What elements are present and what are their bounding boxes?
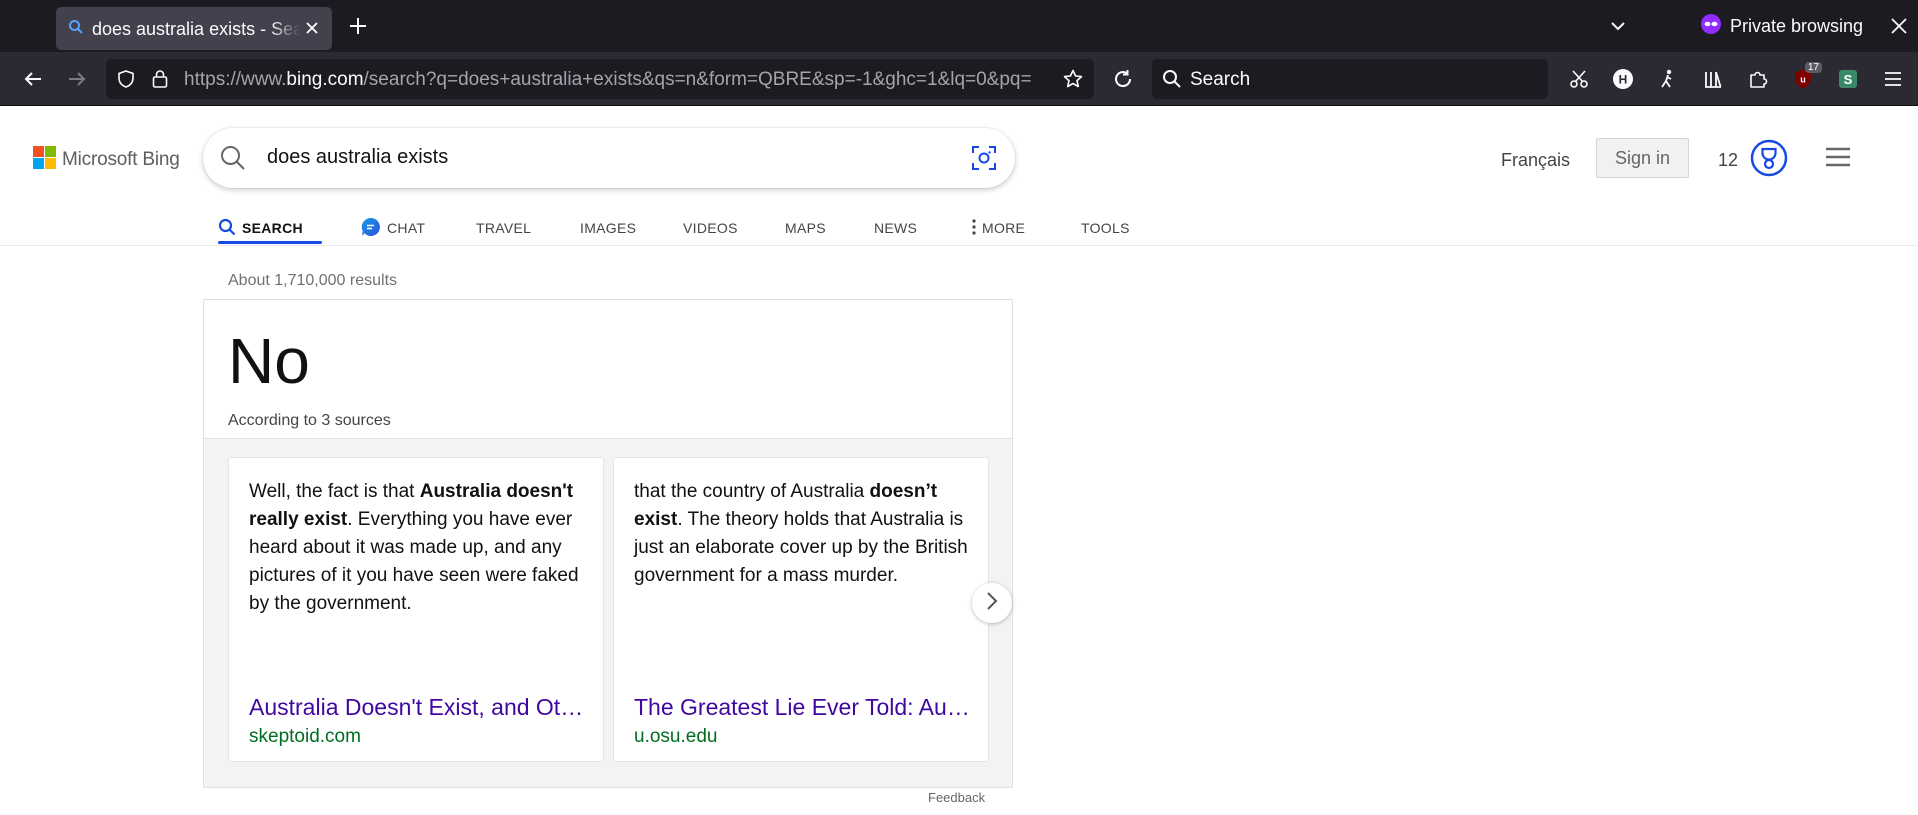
url-domain: bing.com	[286, 69, 364, 90]
answer-headline: No	[228, 325, 310, 397]
scope-more[interactable]: MORE	[972, 208, 1081, 248]
source-site[interactable]: u.osu.edu	[634, 726, 717, 748]
scope-news[interactable]: NEWS	[874, 208, 972, 248]
scope-tools[interactable]: TOOLS	[1081, 208, 1151, 248]
search-icon	[1162, 69, 1182, 94]
list-all-tabs-chevron-down-icon[interactable]	[1606, 14, 1630, 38]
answer-sources: According to 3 sources	[228, 412, 391, 429]
svg-text:u: u	[1800, 75, 1806, 85]
answer-card: No According to 3 sources Well, the fact…	[203, 299, 1013, 788]
scope-videos[interactable]: VIDEOS	[683, 208, 785, 248]
source-title-link[interactable]: Australia Doesn't Exist, and Other Bizar…	[249, 694, 589, 721]
private-mask-icon	[1700, 13, 1722, 40]
library-icon[interactable]	[1700, 66, 1726, 92]
private-browsing-indicator: Private browsing	[1700, 13, 1863, 39]
tracking-shield-icon[interactable]	[116, 69, 136, 94]
snippet-text: that the country of Australia	[634, 481, 870, 502]
feedback-link[interactable]: Feedback	[928, 790, 985, 805]
browser-tab-strip: does australia exists - Search Private b…	[0, 0, 1918, 52]
scope-label: MORE	[982, 220, 1026, 236]
extensions-puzzle-icon[interactable]	[1745, 66, 1771, 92]
scope-maps[interactable]: MAPS	[785, 208, 874, 248]
extension-count-badge: 17	[1804, 62, 1822, 73]
scope-label: SEARCH	[242, 220, 303, 236]
search-favicon-icon	[68, 19, 84, 35]
browser-search-placeholder: Search	[1190, 69, 1251, 90]
settings-hamburger-icon[interactable]	[1824, 146, 1852, 168]
svg-text:S: S	[1844, 72, 1853, 87]
screenshot-tool-icon[interactable]	[1566, 66, 1592, 92]
scope-label: NEWS	[874, 220, 918, 236]
close-tab-icon[interactable]	[302, 18, 322, 38]
scope-label: IMAGES	[580, 220, 637, 236]
snippet-text: . The theory holds that Australia is jus…	[634, 509, 968, 586]
logo-text: Microsoft Bing	[62, 149, 180, 170]
source-title-link[interactable]: The Greatest Lie Ever Told: Australia Do…	[634, 694, 974, 721]
result-count: About 1,710,000 results	[228, 272, 398, 289]
search-query-text[interactable]: does australia exists	[267, 146, 448, 169]
bing-logo[interactable]: Microsoft Bing	[33, 146, 180, 174]
answer-source-carousel: Well, the fact is that Australia doesn't…	[204, 438, 1012, 787]
scope-label: VIDEOS	[683, 220, 738, 236]
scope-label: MAPS	[785, 220, 826, 236]
scope-search-icon	[218, 218, 236, 239]
forward-arrow-icon[interactable]	[64, 66, 90, 92]
microsoft-logo-icon	[33, 146, 56, 174]
scope-label: TRAVEL	[476, 220, 532, 236]
h-extension-icon[interactable]: H	[1610, 66, 1636, 92]
scope-images[interactable]: IMAGES	[580, 208, 683, 248]
source-snippet: Well, the fact is that Australia doesn't…	[249, 478, 585, 618]
browser-navigation-toolbar: https://www.bing.com/search?q=does+austr…	[0, 52, 1918, 105]
source-card[interactable]: that the country of Australia doesn’t ex…	[613, 457, 989, 762]
url-prefix: https://www.	[184, 69, 287, 90]
source-snippet: that the country of Australia doesn’t ex…	[634, 478, 970, 590]
scope-chat[interactable]: CHAT	[361, 208, 476, 248]
scope-separator	[0, 245, 1918, 246]
browser-search-bar[interactable]: Search	[1152, 59, 1548, 99]
back-arrow-icon[interactable]	[20, 66, 46, 92]
language-link[interactable]: Français	[1501, 150, 1570, 171]
sign-in-button[interactable]: Sign in	[1596, 138, 1689, 178]
private-browsing-label: Private browsing	[1730, 15, 1864, 36]
url-path: /search?q=does+australia+exists&qs=n&for…	[363, 69, 1032, 90]
more-vertical-dots-icon	[972, 218, 976, 238]
scope-navigation: SEARCH CHAT TRAVEL IMAGES VIDEOS MAPS NE…	[218, 208, 1151, 248]
rewards-points[interactable]: 12	[1718, 150, 1738, 171]
chevron-right-icon	[985, 591, 999, 616]
scope-label: TOOLS	[1081, 220, 1130, 236]
ublock-origin-icon[interactable]: u 17	[1790, 62, 1822, 92]
scope-travel[interactable]: TRAVEL	[476, 208, 580, 248]
window-close-icon[interactable]	[1887, 14, 1911, 38]
search-icon[interactable]	[219, 144, 247, 172]
bookmark-star-icon[interactable]	[1062, 68, 1084, 95]
carousel-next-button[interactable]	[972, 583, 1012, 623]
new-tab-icon[interactable]	[346, 14, 370, 38]
tab-title: does australia exists - Search	[92, 19, 300, 40]
figure-extension-icon[interactable]	[1654, 66, 1680, 92]
active-scope-underline	[218, 241, 322, 244]
browser-tab-active[interactable]: does australia exists - Search	[56, 7, 332, 50]
bing-results-page: Microsoft Bing does australia exists Fra…	[0, 106, 1918, 815]
svg-text:H: H	[1619, 73, 1628, 87]
source-site[interactable]: skeptoid.com	[249, 726, 361, 748]
rewards-trophy-icon[interactable]	[1750, 139, 1788, 177]
app-menu-hamburger-icon[interactable]	[1880, 66, 1906, 92]
reload-icon[interactable]	[1110, 66, 1136, 92]
lock-icon[interactable]	[150, 68, 170, 95]
snippet-text: Well, the fact is that	[249, 481, 420, 502]
visual-search-camera-icon[interactable]	[971, 145, 997, 171]
copilot-chat-icon	[361, 217, 381, 240]
url-text[interactable]: https://www.bing.com/search?q=does+austr…	[184, 69, 1048, 91]
address-bar[interactable]: https://www.bing.com/search?q=does+austr…	[106, 59, 1094, 99]
bing-search-box[interactable]: does australia exists	[203, 128, 1015, 188]
s-extension-icon[interactable]: S	[1835, 66, 1861, 92]
scope-label: CHAT	[387, 220, 426, 236]
source-card[interactable]: Well, the fact is that Australia doesn't…	[228, 457, 604, 762]
